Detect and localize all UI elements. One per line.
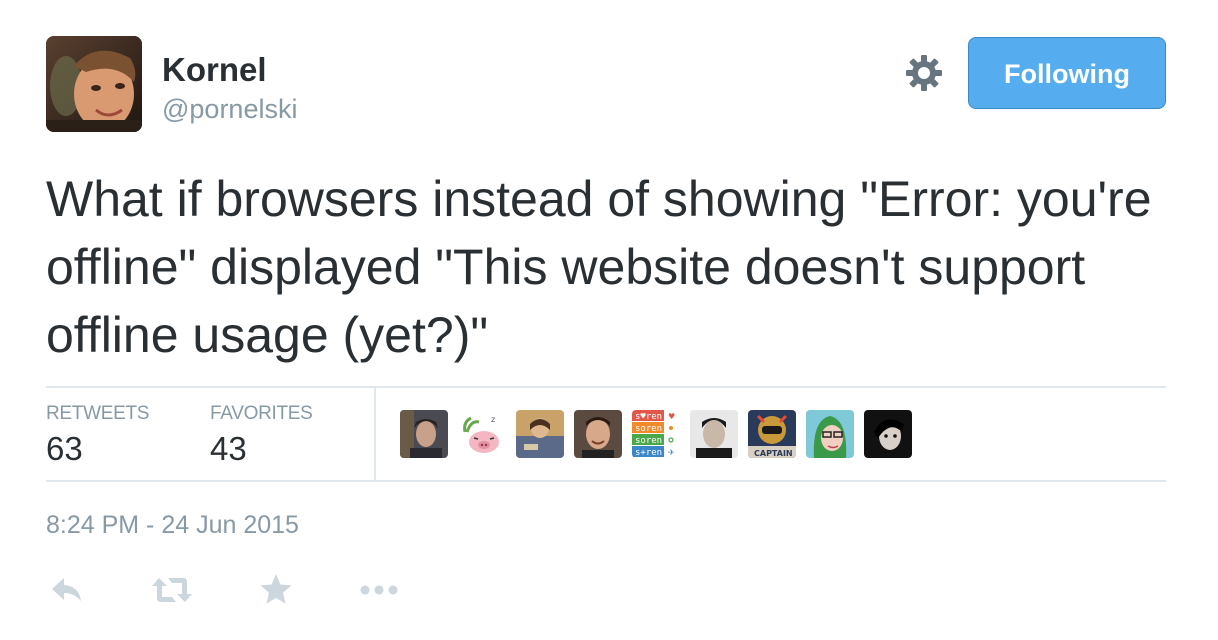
author-name[interactable]: Kornel <box>162 50 267 90</box>
soren-line-2: soren <box>635 424 662 434</box>
following-button[interactable]: Following <box>968 37 1166 109</box>
favoriter-avatar[interactable] <box>690 410 738 458</box>
svg-text:z: z <box>491 415 495 424</box>
favorites-label: FAVORITES <box>210 403 313 424</box>
author-handle[interactable]: @pornelski <box>162 93 297 125</box>
author-avatar[interactable] <box>46 36 142 132</box>
favoriter-avatar[interactable] <box>574 410 622 458</box>
stats-top-divider <box>46 386 1166 388</box>
stats-vertical-divider <box>374 388 376 480</box>
favoriter-avatar[interactable] <box>806 410 854 458</box>
favoriter-avatar-soren[interactable]: s♥ren soren soren s+ren ♥ ✈ <box>632 410 684 458</box>
retweets-label: RETWEETS <box>46 403 150 424</box>
soren-line-1: s♥ren <box>635 412 662 422</box>
soren-line-4: s+ren <box>635 448 662 458</box>
more-icon[interactable] <box>358 570 402 610</box>
favoriter-avatar[interactable] <box>864 410 912 458</box>
tweet-timestamp[interactable]: 8:24 PM - 24 Jun 2015 <box>46 510 299 540</box>
reply-icon[interactable] <box>50 570 84 610</box>
svg-text:✈: ✈ <box>668 448 675 457</box>
retweets-stat[interactable]: RETWEETS 63 <box>46 403 149 469</box>
tweet-text: What if browsers instead of showing "Err… <box>46 171 1152 363</box>
favoriter-avatar[interactable] <box>516 410 564 458</box>
favoriter-avatar[interactable]: CAPTAIN <box>748 410 796 458</box>
favoriter-avatar[interactable]: z <box>457 410 505 458</box>
author-avatar-image <box>46 36 142 132</box>
stats-bottom-divider <box>46 480 1166 482</box>
captain-label: CAPTAIN <box>754 449 793 458</box>
favoriter-avatar[interactable] <box>400 410 448 458</box>
soren-line-3: soren <box>635 436 662 446</box>
favorites-stat[interactable]: FAVORITES 43 <box>210 403 313 469</box>
retweet-icon[interactable] <box>150 570 194 610</box>
svg-text:♥: ♥ <box>668 412 675 421</box>
gear-icon[interactable] <box>904 53 944 93</box>
star-icon[interactable] <box>258 570 294 610</box>
retweets-count: 63 <box>46 430 83 467</box>
favorites-count: 43 <box>210 430 247 467</box>
